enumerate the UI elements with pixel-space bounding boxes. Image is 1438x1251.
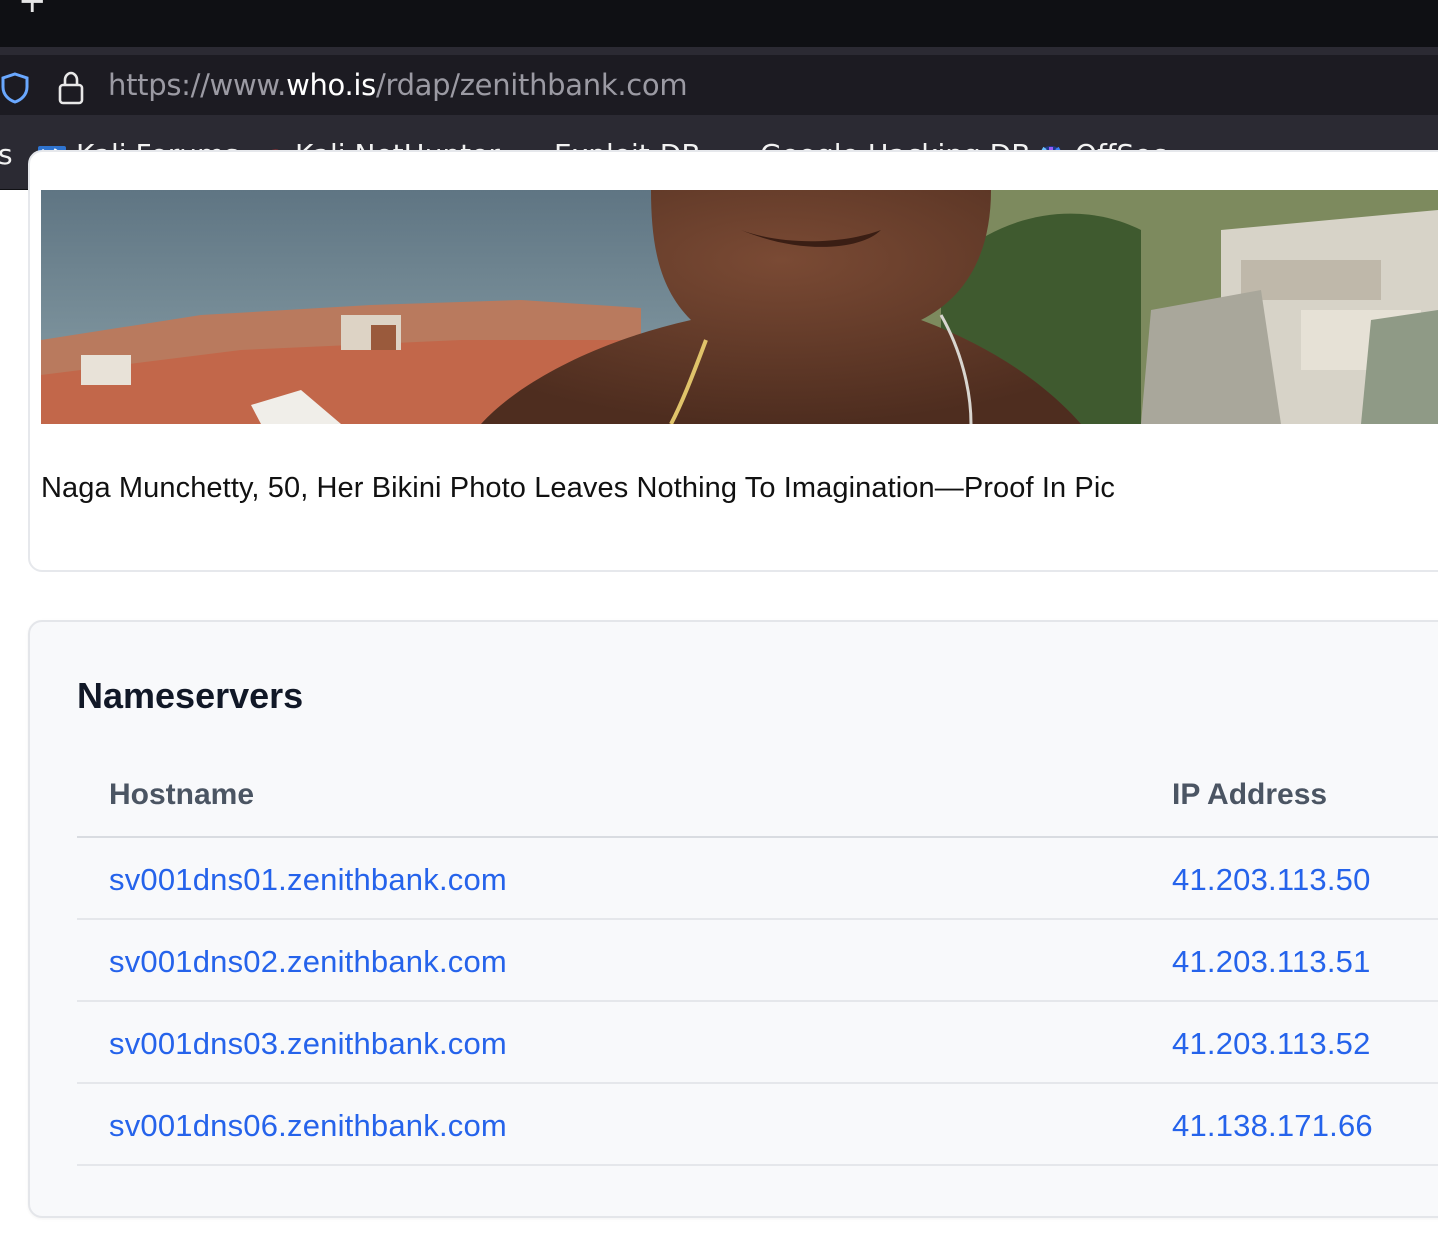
column-header-ip-address: IP Address — [1172, 778, 1328, 811]
ad-photo — [41, 190, 1438, 424]
header-divider — [77, 836, 1438, 838]
url-host: who.is — [286, 68, 376, 102]
row-divider — [77, 1082, 1438, 1084]
ip-address-link[interactable]: 41.203.113.52 — [1172, 1026, 1371, 1062]
page-content: Naga Munchetty, 50, Her Bikini Photo Lea… — [0, 150, 1438, 1251]
ad-image[interactable] — [41, 190, 1438, 424]
row-divider — [77, 1000, 1438, 1002]
hostname-link[interactable]: sv001dns06.zenithbank.com — [109, 1108, 507, 1144]
url-scheme: https://www. — [108, 68, 287, 102]
ip-address-link[interactable]: 41.203.113.51 — [1172, 944, 1371, 980]
tab-strip: + — [0, 0, 1438, 47]
ip-address-link[interactable]: 41.203.113.50 — [1172, 862, 1371, 898]
new-tab-button[interactable]: + — [18, 0, 47, 18]
hostname-link[interactable]: sv001dns03.zenithbank.com — [109, 1026, 507, 1062]
url-text[interactable]: https://www.who.is/rdap/zenithbank.com — [108, 68, 688, 108]
ad-caption[interactable]: Naga Munchetty, 50, Her Bikini Photo Lea… — [41, 472, 1115, 505]
url-path: /rdap/zenithbank.com — [375, 68, 688, 102]
bookmark-label: s — [0, 138, 13, 171]
lock-icon[interactable] — [57, 70, 85, 106]
tracking-protection-shield-icon[interactable] — [0, 71, 30, 105]
row-divider — [77, 1164, 1438, 1166]
row-divider — [77, 918, 1438, 920]
column-header-hostname: Hostname — [109, 778, 255, 811]
ip-address-link[interactable]: 41.138.171.66 — [1172, 1108, 1373, 1144]
hostname-link[interactable]: sv001dns02.zenithbank.com — [109, 944, 507, 980]
hostname-link[interactable]: sv001dns01.zenithbank.com — [109, 862, 507, 898]
nameservers-title: Nameservers — [77, 675, 304, 716]
